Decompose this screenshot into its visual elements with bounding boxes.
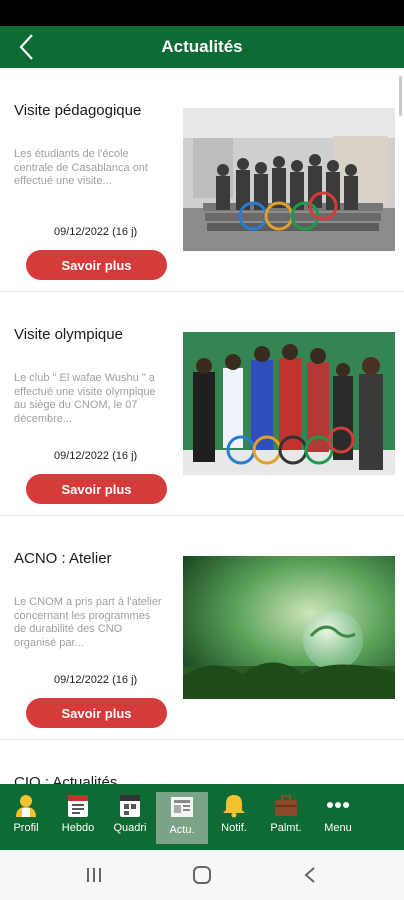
tab-hebdo[interactable]: Hebdo: [52, 784, 104, 850]
tab-profil[interactable]: Profil: [0, 784, 52, 850]
tab-label: Menu: [324, 822, 352, 834]
tab-label: Quadri: [113, 822, 147, 834]
news-description: Le club " El wafae Wushu " a effectué un…: [14, 372, 156, 425]
savoir-plus-button[interactable]: Savoir plus: [26, 698, 167, 728]
news-image[interactable]: [183, 332, 395, 475]
more-dots-icon: [327, 802, 349, 808]
news-date: 09/12/2022 (16 j): [54, 674, 138, 686]
tab-label: Actu.: [169, 824, 195, 836]
news-list[interactable]: Visite pédagogique Les étudiants de l'éc…: [0, 68, 404, 784]
bottom-navigation: Profil Hebdo Quadri Actu. Notif. Palmt. …: [0, 784, 404, 850]
news-date: 09/12/2022 (16 j): [54, 450, 138, 462]
user-icon: [16, 795, 36, 817]
calendar-quad-icon: [120, 795, 140, 817]
tab-notif[interactable]: Notif.: [208, 784, 260, 850]
tab-palmt[interactable]: Palmt.: [260, 784, 312, 850]
news-card: Visite pédagogique Les étudiants de l'éc…: [0, 68, 404, 292]
tab-label: Notif.: [221, 822, 247, 834]
briefcase-icon: [275, 795, 297, 816]
news-title: ACNO : Atelier: [14, 550, 112, 567]
news-card: ACNO : Atelier Le CNOM a pris part à l'a…: [0, 516, 404, 740]
home-button[interactable]: [182, 860, 222, 890]
page-title: Actualités: [161, 37, 243, 56]
tab-menu[interactable]: Menu: [312, 784, 364, 850]
news-card: CIO : Actualités: [0, 740, 404, 784]
tab-label: Palmt.: [270, 822, 302, 834]
tab-label: Profil: [13, 822, 39, 834]
news-image[interactable]: [183, 556, 395, 699]
news-icon: [171, 797, 193, 817]
news-description: Le CNOM a pris part à l'atelier concerna…: [14, 596, 162, 649]
tab-quadri[interactable]: Quadri: [104, 784, 156, 850]
tab-label: Hebdo: [61, 822, 95, 834]
app-header: Actualités: [0, 26, 404, 68]
recent-apps-icon: [87, 868, 101, 882]
news-title: Visite olympique: [14, 326, 123, 343]
back-arrow-icon: [304, 867, 315, 883]
news-title: Visite pédagogique: [14, 102, 142, 119]
bell-icon: [223, 795, 245, 818]
tab-actu[interactable]: Actu.: [156, 792, 208, 844]
news-date: 09/12/2022 (16 j): [54, 226, 138, 238]
savoir-plus-button[interactable]: Savoir plus: [26, 474, 167, 504]
news-title: CIO : Actualités: [14, 774, 118, 784]
savoir-plus-button[interactable]: Savoir plus: [26, 250, 167, 280]
news-image[interactable]: [183, 108, 395, 251]
recent-apps-button[interactable]: [74, 860, 114, 890]
scrollbar[interactable]: [399, 76, 402, 116]
calendar-week-icon: [68, 795, 88, 817]
news-description: Les étudiants de l'école centrale de Cas…: [14, 148, 148, 187]
system-back-button[interactable]: [290, 860, 330, 890]
news-card: Visite olympique Le club " El wafae Wush…: [0, 292, 404, 516]
home-icon: [193, 866, 211, 884]
system-navigation-bar: [0, 850, 404, 900]
status-bar: [0, 0, 404, 26]
